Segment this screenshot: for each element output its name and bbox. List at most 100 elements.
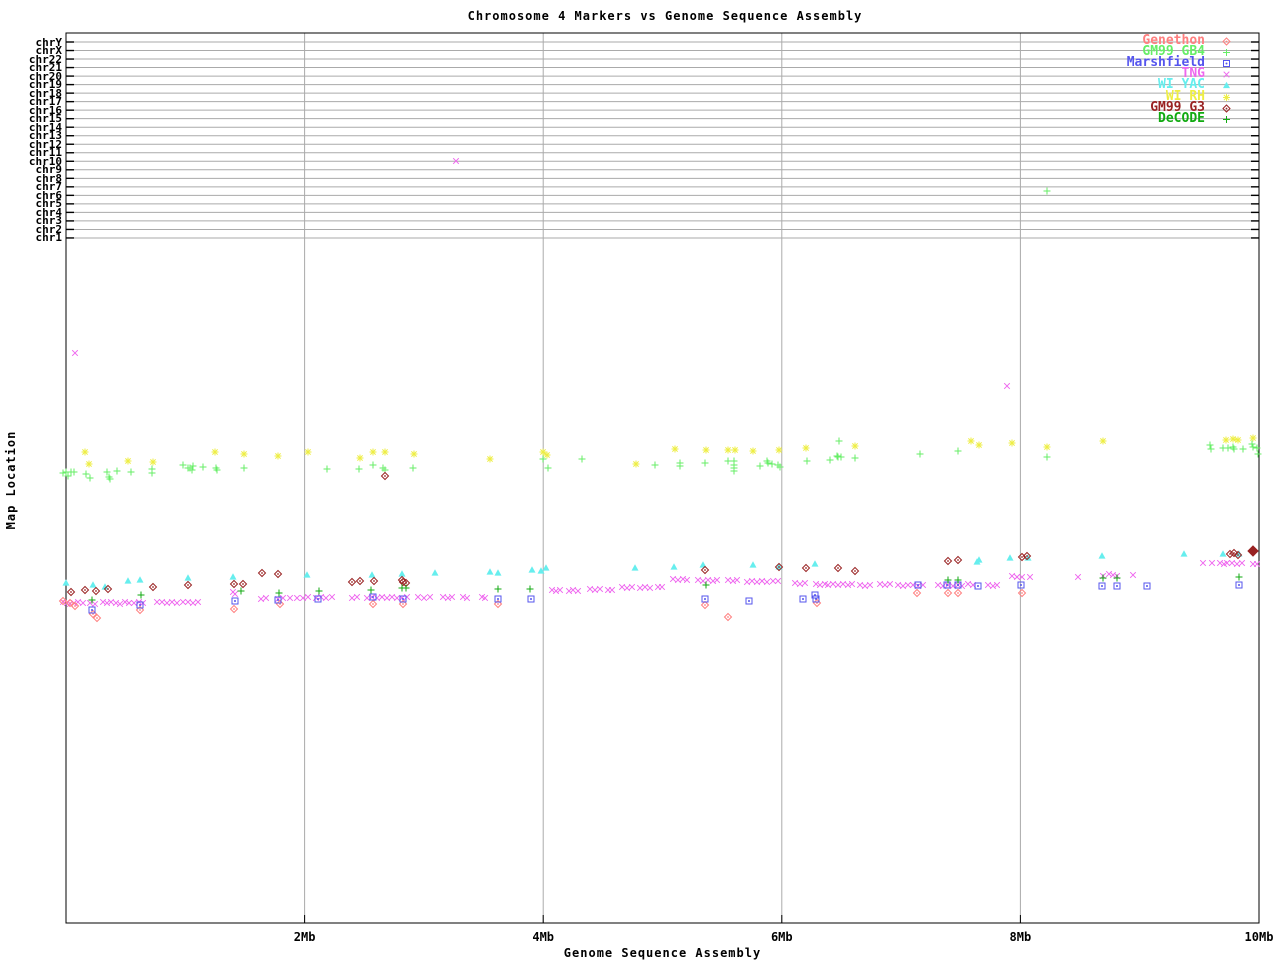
series-marker — [274, 452, 282, 460]
series-marker — [856, 581, 864, 589]
series-marker — [851, 442, 859, 450]
series-marker — [528, 566, 536, 573]
series-marker — [168, 598, 176, 606]
series-marker — [1222, 103, 1231, 113]
series-marker — [628, 583, 636, 591]
series-marker — [459, 593, 467, 601]
series-marker — [769, 577, 777, 585]
series-marker — [1006, 554, 1014, 561]
series-marker — [62, 579, 70, 586]
series-marker — [347, 577, 357, 587]
legend-label: DeCODE — [1158, 110, 1205, 126]
series-marker — [1129, 571, 1137, 579]
series-marker — [586, 585, 594, 593]
series-marker — [775, 446, 783, 454]
chromosome-row-label-chr1: chr1 — [35, 231, 63, 245]
series-marker — [803, 457, 811, 465]
series-marker — [753, 578, 761, 586]
series-marker — [829, 580, 837, 588]
series-marker — [184, 598, 192, 606]
series-marker — [1043, 453, 1051, 461]
series-marker — [158, 598, 166, 606]
series-marker — [527, 595, 535, 603]
series-marker — [1206, 441, 1214, 449]
series-marker — [1099, 437, 1107, 445]
series-marker — [179, 461, 187, 469]
series-marker — [623, 584, 631, 592]
series-marker — [591, 586, 599, 594]
series-marker — [148, 582, 158, 592]
series-marker — [1238, 559, 1246, 567]
series-marker — [414, 593, 422, 601]
series-marker — [1008, 572, 1016, 580]
series-marker — [756, 462, 764, 470]
series-marker — [552, 587, 560, 595]
series-marker — [1180, 550, 1188, 557]
series-marker — [632, 460, 640, 468]
series-marker — [238, 579, 248, 589]
series-marker — [124, 577, 132, 584]
series-marker — [403, 593, 411, 601]
series-marker — [758, 577, 766, 585]
series-marker — [323, 465, 331, 473]
series-marker — [679, 575, 687, 583]
series-marker — [733, 576, 741, 584]
plus-legend-marker-icon — [1220, 113, 1233, 126]
series-marker — [608, 586, 616, 594]
series-marker — [231, 597, 239, 605]
series-marker — [886, 580, 894, 588]
series-marker — [894, 581, 902, 589]
series-marker — [1249, 443, 1257, 451]
legend-item-decode: DeCODE — [990, 110, 1250, 126]
x-tick-label-6Mb: 6Mb — [770, 930, 793, 944]
series-marker — [1228, 559, 1236, 567]
series-marker — [1222, 37, 1231, 46]
series-marker — [967, 437, 975, 445]
series-marker — [833, 452, 841, 460]
series-marker — [355, 465, 363, 473]
series-marker — [1247, 545, 1259, 557]
x-tick-label-10Mb: 10Mb — [1244, 930, 1274, 944]
series-marker — [315, 587, 323, 595]
series-marker — [380, 471, 390, 481]
series-marker — [1043, 187, 1051, 195]
series-marker — [812, 580, 820, 588]
series-marker — [463, 594, 471, 602]
series-marker — [1223, 49, 1230, 57]
series-marker — [257, 568, 267, 578]
series-marker — [1223, 82, 1230, 89]
series-marker — [1199, 559, 1207, 567]
series-marker — [1239, 445, 1247, 453]
series-marker — [834, 581, 842, 589]
series-marker — [1234, 436, 1242, 444]
series-genethon — [58, 588, 1027, 623]
series-marker — [641, 583, 649, 591]
series-marker — [231, 590, 239, 598]
series-marker — [124, 457, 132, 465]
series-marker — [59, 469, 67, 477]
series-marker — [112, 599, 120, 607]
series-marker — [636, 584, 644, 592]
axis-border — [65, 32, 1260, 924]
series-marker — [565, 587, 573, 595]
series-marker — [367, 586, 375, 594]
series-marker — [163, 599, 171, 607]
series-marker — [79, 599, 87, 607]
series-marker — [1223, 60, 1230, 68]
series-marker — [993, 581, 1001, 589]
series-marker — [199, 463, 207, 471]
series-marker — [1223, 71, 1230, 78]
series-marker — [729, 577, 737, 585]
series-marker — [393, 594, 401, 602]
series-marker — [127, 468, 135, 476]
series-marker — [953, 588, 963, 598]
series-marker — [866, 581, 874, 589]
series-marker — [1249, 434, 1257, 442]
series-marker — [1254, 450, 1262, 458]
series-marker — [409, 464, 417, 472]
series-marker — [1216, 559, 1224, 567]
series-marker — [953, 555, 963, 565]
series-marker — [631, 564, 639, 571]
series-marker — [130, 599, 138, 607]
series-marker — [369, 461, 377, 469]
